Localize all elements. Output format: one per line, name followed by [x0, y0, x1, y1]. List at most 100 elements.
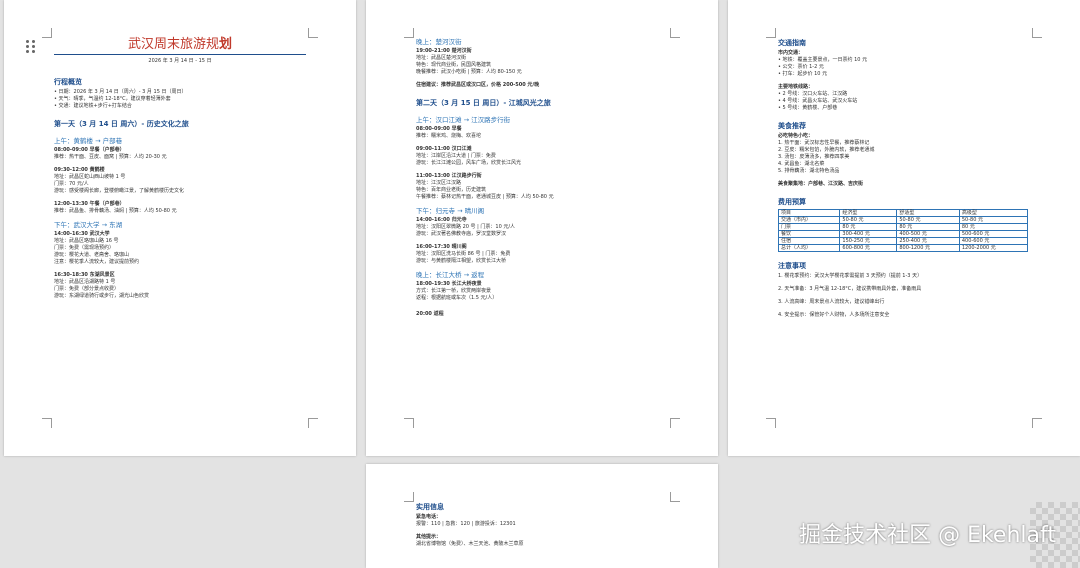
- item-detail: 特色：百年商业老街，历史建筑: [416, 187, 487, 193]
- crop-mark: [670, 418, 680, 428]
- heading-traffic: 交通指南: [778, 39, 806, 47]
- overview-line: • 交通：建议地铁+步行+打车结合: [54, 103, 132, 109]
- item-detail: 晚餐推荐：武汉小吃街 | 预算：人均 80-150 元: [416, 69, 522, 75]
- tips-label: 其他提示：: [416, 534, 442, 540]
- item-time: 08:00-09:00 早餐（户部巷）: [54, 147, 125, 153]
- table-cell: 餐饮: [777, 230, 841, 238]
- item-detail: 游玩：与黄鹤楼隔江相望，欣赏长江大桥: [416, 258, 507, 264]
- item-detail: 地址：武昌区蛇山西山坡特 1 号: [54, 174, 126, 180]
- drag-handle-icon[interactable]: [26, 40, 36, 54]
- crop-mark: [1032, 418, 1042, 428]
- crop-mark: [42, 28, 52, 38]
- table-cell: 门票: [777, 223, 841, 231]
- table-cell: 300-400 元: [839, 230, 898, 238]
- table-cell: 500-600 元: [958, 230, 1029, 238]
- item-time: 20:00 返程: [416, 311, 444, 317]
- item-detail: 游玩：樱花大道、老斋舍、珞珈山: [54, 252, 130, 258]
- crop-mark: [766, 28, 776, 38]
- food-area: 美食聚集地：户部巷、江汉路、吉庆街: [778, 181, 864, 187]
- document-page-3: 交通指南 市内交通： • 地铁：覆盖主要景点，一日票约 10 元 • 公交：票价…: [728, 0, 1080, 456]
- note-item: 1. 樱花季预约：武汉大学樱花季需提前 3 天预约（提前 1-3 天）: [778, 273, 923, 279]
- item-detail: 门票：免费（部分景点收费）: [54, 286, 120, 292]
- traffic-station-label: 主要地铁线路：: [778, 84, 814, 90]
- table-cell: 总计（人均）: [777, 244, 841, 252]
- item-detail: 方式：长江第一桥，欣赏两岸夜景: [416, 288, 492, 294]
- item-detail: 门票：免费（需现场预约）: [54, 245, 115, 251]
- item-detail: 注意：樱花季人流较大，建议提前预约: [54, 259, 140, 265]
- heading-notes: 注意事项: [778, 262, 806, 270]
- item-time: 14:00-16:30 武汉大学: [54, 231, 110, 237]
- item-detail: 午餐推荐：蔡林记热干面，老通城豆皮 | 预算：人均 50-80 元: [416, 194, 554, 200]
- table-row: 总计（人均） 600-800 元 800-1200 元 1200-2000 元: [777, 244, 1029, 252]
- food-item: 1. 热干面：武汉标志性早餐，推荐蔡林记: [778, 140, 870, 146]
- table-cell: 80 元: [896, 223, 960, 231]
- table-cell: 1200-2000 元: [958, 244, 1029, 252]
- phone-numbers: 报警：110 | 急救：120 | 旅游投诉：12301: [416, 521, 516, 527]
- crop-mark: [670, 28, 680, 38]
- item-time: 14:00-16:00 归元寺: [416, 217, 467, 223]
- stay-advice: 住宿建议：推荐武昌区或汉口区，价格 200-500 元/晚: [416, 82, 540, 88]
- note-item: 2. 天气准备：3 月气温 12-18°C，建议携带雨具外套，准备雨具: [778, 286, 922, 292]
- tips-text: 湖北省博物馆（免费）、木兰天池、黄陂木兰草原: [416, 541, 524, 547]
- heading-practical-info: 实用信息: [416, 503, 444, 511]
- item-detail: 特色：现代商业街，民国风格建筑: [416, 62, 492, 68]
- table-header-cell: 项目: [777, 209, 841, 217]
- note-item: 4. 安全提示：保管好个人财物，人多场所注意安全: [778, 312, 890, 318]
- item-time: 16:00-17:30 晴川阁: [416, 244, 467, 250]
- document-page-2: 晚上：楚河汉街 19:00-21:00 楚河汉街 地址：武昌区楚河汉街 特色：现…: [366, 0, 718, 456]
- item-time: 09:30-12:00 黄鹤楼: [54, 167, 105, 173]
- crop-mark: [308, 28, 318, 38]
- table-cell: 50-80 元: [958, 216, 1029, 224]
- document-title: 武汉周末旅游规划: [127, 37, 233, 52]
- table-cell: 住宿: [777, 237, 841, 245]
- table-row: 住宿 150-250 元 250-400 元 400-600 元: [777, 237, 1029, 245]
- heading-day1-morning: 上午：黄鹤楼 → 户部巷: [54, 137, 123, 145]
- food-item: 5. 排骨藕汤：湖北特色汤品: [778, 168, 840, 174]
- table-cell: 250-400 元: [896, 237, 960, 245]
- traffic-line: • 打车：起步价 10 元: [778, 71, 828, 77]
- heading-budget: 费用预算: [778, 198, 806, 206]
- crop-mark: [404, 28, 414, 38]
- crop-mark: [766, 418, 776, 428]
- item-time: 16:30-18:30 东湖风景区: [54, 272, 115, 278]
- table-header-cell: 高级型: [958, 209, 1029, 217]
- table-row: 门票 80 元 80 元 80 元: [777, 223, 1029, 231]
- item-detail: 游玩：感受楼阁长廊，登楼俯瞰江景，了解黄鹤楼历史文化: [54, 188, 185, 194]
- overview-line: • 天气：晴季，气温约 12-18°C，建议穿着轻薄外套: [54, 96, 171, 102]
- item-detail: 地址：武昌区珞珈山路 16 号: [54, 238, 119, 244]
- item-detail: 地址：江汉区江汉路: [416, 180, 462, 186]
- food-item: 3. 汤包：皮薄汤多，推荐四季美: [778, 154, 850, 160]
- table-row: 餐饮 300-400 元 400-500 元 500-600 元: [777, 230, 1029, 238]
- item-detail: 游玩：武汉著名佛教寺庙，罗汉堂数罗汉: [416, 231, 507, 237]
- heading-overview: 行程概览: [54, 78, 82, 86]
- crop-mark: [404, 492, 414, 502]
- item-detail: 地址：武昌区沿湖路特 1 号: [54, 279, 116, 285]
- item-detail: 地址：武昌区楚河汉街: [416, 55, 467, 61]
- table-header-cell: 舒适型: [896, 209, 960, 217]
- item-detail: 游玩：长江江滩公园，风车广场，欣赏长江风光: [416, 160, 522, 166]
- document-date: 2026 年 3 月 14 日 - 15 日: [148, 58, 212, 64]
- crop-mark: [404, 418, 414, 428]
- item-detail: 地址：汉阳区翠微路 20 号 | 门票：10 元/人: [416, 224, 516, 230]
- table-header-row: 项目 经济型 舒适型 高级型: [777, 209, 1029, 217]
- phone-label: 紧急电话：: [416, 514, 442, 520]
- food-item: 2. 豆皮：糯米包馅，外脆内软，推荐老通城: [778, 147, 875, 153]
- budget-table: 项目 经济型 舒适型 高级型 交通（市内） 50-80 元 50-80 元 50…: [777, 209, 1029, 252]
- crop-mark: [42, 418, 52, 428]
- food-item: 4. 武昌鱼：湖北名菜: [778, 161, 825, 167]
- table-cell: 800-1200 元: [896, 244, 960, 252]
- heading-day1-evening: 晚上：楚河汉街: [416, 38, 462, 46]
- heading-day2-evening: 晚上：长江大桥 → 返程: [416, 271, 485, 279]
- table-header-cell: 经济型: [839, 209, 898, 217]
- traffic-line: • 4 号线：武昌火车站、武汉火车站: [778, 98, 858, 104]
- item-detail: 地址：江岸区沿江大道 | 门票：免费: [416, 153, 496, 159]
- table-cell: 80 元: [958, 223, 1029, 231]
- watermark: 掘金技术社区 @ Ekehlaft: [799, 523, 1056, 548]
- food-label: 必吃特色小吃：: [778, 133, 814, 139]
- crop-mark: [1032, 28, 1042, 38]
- table-cell: 400-600 元: [958, 237, 1029, 245]
- traffic-line: • 公交：票价 1-2 元: [778, 64, 824, 70]
- heading-day2: 第二天（3 月 15 日 周日）- 江城风光之旅: [416, 99, 551, 107]
- table-cell: 150-250 元: [839, 237, 898, 245]
- heading-day2-morning: 上午：汉口江滩 → 江汉路步行街: [416, 116, 511, 124]
